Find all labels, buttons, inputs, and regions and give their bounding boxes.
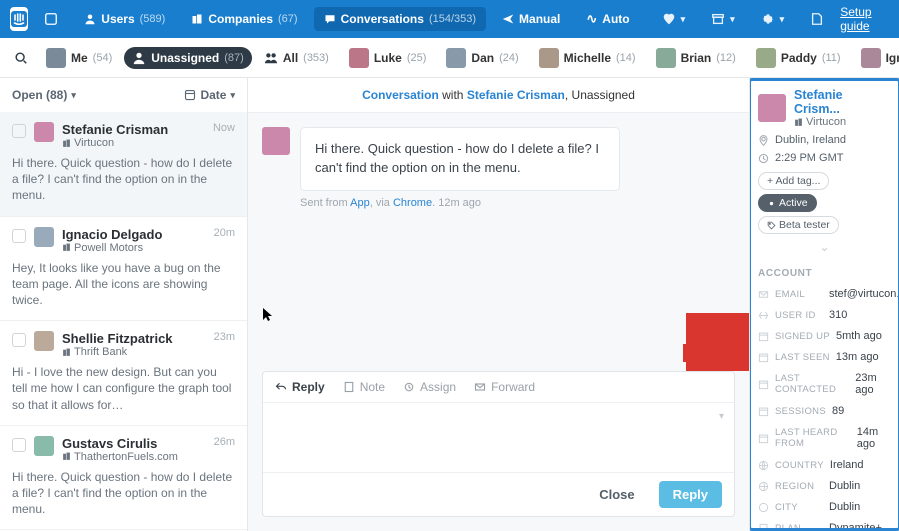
message-meta: Sent from App, via Chrome. 12m ago xyxy=(300,197,735,209)
conversation-checkbox[interactable] xyxy=(12,229,26,243)
filter-unassigned[interactable]: Unassigned(87) xyxy=(124,47,252,69)
reply-textarea[interactable] xyxy=(273,411,724,461)
list-open-dropdown[interactable]: Open (88) ▾ xyxy=(12,88,76,102)
nav-manual-label: Manual xyxy=(519,12,560,26)
message-bubble: Hi there. Quick question - how do I dele… xyxy=(300,127,620,191)
account-row: LAST CONTACTED23m ago xyxy=(758,372,891,396)
account-row: REGIONDublin xyxy=(758,480,891,492)
active-chip[interactable]: Active xyxy=(758,194,817,212)
cursor-icon xyxy=(263,308,273,322)
note-tab[interactable]: Note xyxy=(343,380,385,394)
reply-composer: Reply Note Assign Forward ▾ Close Reply xyxy=(262,371,735,517)
filter-all[interactable]: All(353) xyxy=(256,47,337,69)
conversation-checkbox[interactable] xyxy=(12,438,26,452)
nav-conversations-label: Conversations xyxy=(341,12,424,26)
filter-person[interactable]: Ignacio(10) xyxy=(853,44,899,72)
account-row: COUNTRYIreland xyxy=(758,459,891,471)
list-sort-dropdown[interactable]: Date ▾ xyxy=(184,88,235,102)
conversation-checkbox[interactable] xyxy=(12,124,26,138)
account-row: PLANDynamite+ xyxy=(758,522,891,531)
close-button[interactable]: Close xyxy=(585,481,648,508)
expand-chevron-icon[interactable]: ⌄ xyxy=(818,240,832,254)
conversation-panel: Conversation with Stefanie Crisman, Unas… xyxy=(248,78,749,531)
chevron-down-icon[interactable]: ▾ xyxy=(719,411,724,422)
account-row: EMAILstef@virtucon.io xyxy=(758,288,891,300)
conversation-checkbox[interactable] xyxy=(12,333,26,347)
assign-tab[interactable]: Assign xyxy=(403,380,456,394)
add-tag-chip[interactable]: + Add tag... xyxy=(758,172,829,190)
filter-person[interactable]: Michelle(14) xyxy=(531,44,644,72)
account-row: SESSIONS89 xyxy=(758,405,891,417)
heart-icon[interactable]: ▾ xyxy=(652,7,696,31)
account-row: USER ID310 xyxy=(758,309,891,321)
account-section-heading: ACCOUNT xyxy=(758,268,891,279)
conversation-header: Conversation with Stefanie Crisman, Unas… xyxy=(248,78,749,113)
nav-companies-label: Companies xyxy=(208,12,273,26)
nav-companies[interactable]: Companies (67) xyxy=(181,7,307,31)
assignee-filter-bar: Me(54) Unassigned(87) All(353) Luke(25) … xyxy=(0,38,899,78)
filter-person[interactable]: Paddy(11) xyxy=(748,44,849,72)
callout-arrow xyxy=(678,313,749,371)
account-row: LAST SEEN13m ago xyxy=(758,351,891,363)
user-profile-sidebar: Stefanie Crism... Virtucon Dublin, Irela… xyxy=(749,78,899,531)
reply-tab[interactable]: Reply xyxy=(275,380,325,394)
gear-icon[interactable]: ▾ xyxy=(751,7,795,31)
archive-icon[interactable]: ▾ xyxy=(701,7,745,31)
reply-button[interactable]: Reply xyxy=(659,481,722,508)
nav-conversations[interactable]: Conversations (154/353) xyxy=(314,7,486,31)
filter-person[interactable]: Dan(24) xyxy=(438,44,526,72)
nav-users-label: Users xyxy=(101,12,134,26)
profile-name[interactable]: Stefanie Crism... xyxy=(794,88,891,116)
nav-conversations-count: (154/353) xyxy=(429,13,476,25)
nav-users-count: (589) xyxy=(140,13,166,25)
search-icon[interactable] xyxy=(8,45,34,71)
conversation-item[interactable]: Ignacio Delgado Powell Motors 20m Hey, I… xyxy=(0,217,247,322)
account-row: SIGNED UP5mth ago xyxy=(758,330,891,342)
account-row: CITYDublin xyxy=(758,501,891,513)
filter-person[interactable]: Brian(12) xyxy=(648,44,744,72)
nav-app-icon[interactable] xyxy=(34,7,68,31)
conversation-item[interactable]: Gustavs Cirulis ThathertonFuels.com 26m … xyxy=(0,426,247,531)
top-nav: Users (589) Companies (67) Conversations… xyxy=(0,0,899,38)
nav-auto[interactable]: ∿ Auto xyxy=(576,6,639,32)
conversation-list: Open (88) ▾ Date ▾ Stefanie Crisman Virt… xyxy=(0,78,248,531)
setup-guide-link[interactable]: Setup guide xyxy=(840,5,889,33)
account-row: LAST HEARD FROM14m ago xyxy=(758,426,891,450)
conversation-item[interactable]: Shellie Fitzpatrick Thrift Bank 23m Hi -… xyxy=(0,321,247,426)
guide-icon[interactable] xyxy=(800,7,834,31)
conversation-item[interactable]: Stefanie Crisman Virtucon Now Hi there. … xyxy=(0,112,247,217)
filter-person[interactable]: Luke(25) xyxy=(341,44,435,72)
nav-manual[interactable]: Manual xyxy=(492,7,570,31)
filter-me[interactable]: Me(54) xyxy=(38,44,120,72)
forward-tab[interactable]: Forward xyxy=(474,380,535,394)
nav-users[interactable]: Users (589) xyxy=(74,7,175,31)
tag-chip[interactable]: Beta tester xyxy=(758,216,839,234)
nav-auto-label: Auto xyxy=(602,12,629,26)
intercom-logo[interactable] xyxy=(10,7,28,31)
nav-companies-count: (67) xyxy=(278,13,298,25)
